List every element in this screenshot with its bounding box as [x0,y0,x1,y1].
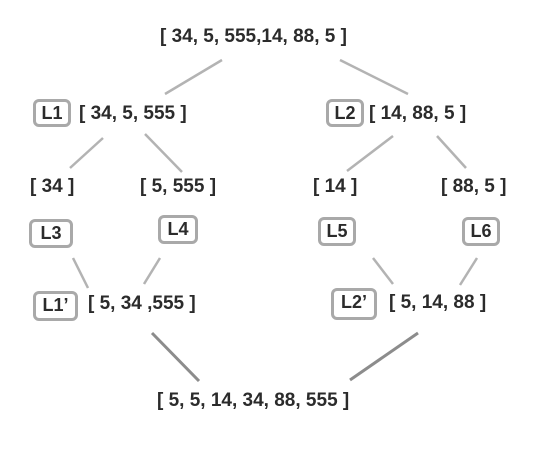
edge-l5-l2merged [372,257,394,285]
edge-l3-l1merged [71,257,90,289]
label-l6: L6 [462,217,500,246]
label-l1-merged: L1’ [33,291,78,321]
array-l4: [ 5, 555 ] [140,176,217,197]
edge-root-l1 [164,58,223,96]
array-l2-merged: [ 5, 14, 88 ] [389,292,487,313]
edge-l2merged-final [349,331,419,382]
edge-root-l2 [339,58,409,96]
array-l5: [ 14 ] [313,176,358,197]
label-l2-merged: L2’ [331,288,377,320]
edge-l6-l2merged [458,257,479,286]
root-array: [ 34, 5, 555,14, 88, 5 ] [160,26,347,47]
label-l1: L1 [33,99,71,127]
edge-l2-l6 [436,135,467,169]
label-l3: L3 [29,219,73,248]
label-l2: L2 [326,99,364,127]
array-l1-merged: [ 5, 34 ,555 ] [88,293,196,314]
edge-l1-l3 [69,137,104,169]
array-l2: [ 14, 88, 5 ] [369,103,467,124]
edge-l1merged-final [150,331,201,383]
edge-l1-l4 [144,133,183,173]
edge-l4-l1merged [142,257,162,285]
array-l6: [ 88, 5 ] [441,176,507,197]
label-l5: L5 [318,217,356,246]
array-l1: [ 34, 5, 555 ] [79,103,187,124]
edge-l2-l5 [346,135,394,172]
final-array: [ 5, 5, 14, 34, 88, 555 ] [157,390,350,411]
label-l4: L4 [158,215,198,244]
array-l3: [ 34 ] [30,176,75,197]
